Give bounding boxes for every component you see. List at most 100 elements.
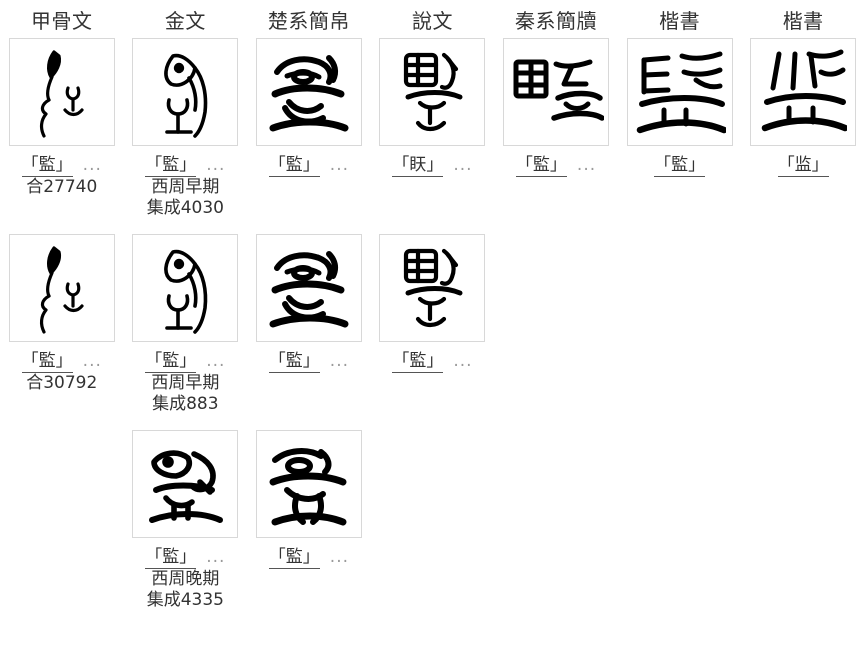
caption-ellipsis[interactable]: ... bbox=[330, 547, 349, 567]
caption-cell: 「監」... 合27740 bbox=[0, 152, 124, 234]
empty-placeholder bbox=[750, 234, 856, 342]
caption-source-line: 合27740 bbox=[26, 176, 98, 197]
caption-ellipsis[interactable]: ... bbox=[206, 155, 225, 175]
glyph-cell-empty bbox=[618, 430, 742, 544]
glyph-cell-seal-shuowen bbox=[371, 38, 495, 152]
caption-character[interactable]: 「監」 bbox=[145, 155, 197, 177]
caption-primary-line: 「監」... bbox=[0, 154, 124, 177]
caption-character[interactable]: 「监」 bbox=[777, 155, 829, 177]
caption-cell: 「監」... 西周晚期 集成4335 bbox=[124, 544, 248, 626]
glyph-cell-empty bbox=[741, 234, 865, 348]
caption-cell: 「監」... bbox=[247, 152, 371, 234]
character-evolution-table: 甲骨文 金文 楚系簡帛 說文 秦系簡牘 楷書 楷書 「監」 ... 合27740… bbox=[0, 0, 865, 626]
column-header-chu-bamboo: 楚系簡帛 bbox=[267, 8, 350, 33]
glyph-row bbox=[0, 234, 865, 348]
caption-cell-empty bbox=[494, 348, 618, 430]
glyph-cell-bronze-late bbox=[124, 430, 248, 544]
caption-cell: 「監」... bbox=[371, 348, 495, 430]
glyph-cell-chu-bamboo-2 bbox=[247, 430, 371, 544]
caption-row: 「監」... 西周晚期 集成4335 「監」... bbox=[0, 544, 865, 626]
glyph-row bbox=[0, 38, 865, 152]
caption-character[interactable]: 「監」 bbox=[268, 547, 320, 569]
caption-character[interactable]: 「監」 bbox=[21, 351, 73, 373]
table-body: 「監」... 合27740 「監」... 西周早期 集成4030 「監」... 「䀖」...… bbox=[0, 38, 865, 626]
caption-cell: 「監」... bbox=[247, 348, 371, 430]
glyph-cell-empty bbox=[371, 430, 495, 544]
caption-primary-line: 「監」... bbox=[124, 546, 248, 569]
glyph-image-regular-traditional[interactable] bbox=[626, 38, 733, 146]
caption-character[interactable]: 「監」 bbox=[654, 155, 706, 177]
caption-source-line: 集成4335 bbox=[146, 590, 224, 611]
caption-primary-line: 「監」 bbox=[618, 154, 742, 177]
caption-primary-line: 「監」... bbox=[0, 350, 124, 373]
caption-ellipsis[interactable]: ... bbox=[206, 351, 225, 371]
glyph-cell-seal-shuowen bbox=[371, 234, 495, 348]
caption-ellipsis[interactable]: ... bbox=[330, 155, 349, 175]
column-header-shuowen: 說文 bbox=[411, 8, 453, 33]
caption-cell-empty bbox=[494, 544, 618, 626]
caption-character[interactable]: 「監」 bbox=[515, 155, 567, 177]
caption-cell: 「監」... 西周早期 集成883 bbox=[124, 348, 248, 430]
caption-primary-line: 「監」... bbox=[247, 350, 371, 373]
caption-source-line: 西周早期 bbox=[151, 176, 220, 197]
glyph-image-chu-bamboo[interactable] bbox=[255, 234, 362, 342]
empty-placeholder bbox=[503, 430, 609, 538]
caption-primary-line: 「監」... bbox=[124, 350, 248, 373]
caption-ellipsis[interactable]: ... bbox=[453, 351, 472, 371]
caption-character[interactable]: 「監」 bbox=[145, 351, 197, 373]
glyph-cell-empty bbox=[0, 430, 124, 544]
caption-cell-empty bbox=[741, 348, 865, 430]
glyph-image-seal-shuowen[interactable] bbox=[379, 234, 486, 342]
caption-ellipsis[interactable]: ... bbox=[206, 547, 225, 567]
glyph-image-chu-bamboo[interactable] bbox=[255, 38, 362, 146]
caption-ellipsis[interactable]: ... bbox=[453, 155, 472, 175]
caption-character[interactable]: 「監」 bbox=[268, 351, 320, 373]
glyph-cell-oracle-bone bbox=[0, 234, 124, 348]
caption-cell-empty bbox=[0, 544, 124, 626]
empty-placeholder bbox=[627, 430, 733, 538]
caption-character[interactable]: 「監」 bbox=[145, 547, 197, 569]
glyph-image-qin-slip[interactable] bbox=[503, 38, 610, 146]
glyph-image-oracle-bone[interactable] bbox=[8, 38, 115, 146]
caption-primary-line: 「監」... bbox=[247, 546, 371, 569]
column-header-bronze: 金文 bbox=[164, 8, 206, 33]
caption-ellipsis[interactable]: ... bbox=[83, 351, 102, 371]
glyph-cell-empty bbox=[618, 234, 742, 348]
caption-character[interactable]: 「䀖」 bbox=[392, 155, 444, 177]
glyph-image-regular-simplified[interactable] bbox=[750, 38, 857, 146]
glyph-cell-regular-traditional bbox=[618, 38, 742, 152]
caption-ellipsis[interactable]: ... bbox=[83, 155, 102, 175]
column-header-oracle-bone: 甲骨文 bbox=[31, 8, 93, 33]
caption-ellipsis[interactable]: ... bbox=[330, 351, 349, 371]
caption-row: 「監」... 合30792 「監」... 西周早期 集成883 「監」... 「監」... bbox=[0, 348, 865, 430]
glyph-cell-oracle-bone bbox=[0, 38, 124, 152]
glyph-cell-bronze bbox=[124, 38, 248, 152]
caption-cell: 「監」 bbox=[618, 152, 742, 234]
caption-primary-line: 「监」 bbox=[741, 154, 865, 177]
caption-cell-empty bbox=[618, 544, 742, 626]
caption-character[interactable]: 「監」 bbox=[21, 155, 73, 177]
glyph-image-seal-shuowen[interactable] bbox=[379, 38, 486, 146]
caption-cell-empty bbox=[618, 348, 742, 430]
caption-primary-line: 「監」... bbox=[247, 154, 371, 177]
caption-character[interactable]: 「監」 bbox=[392, 351, 444, 373]
glyph-cell-regular-simplified bbox=[741, 38, 865, 152]
caption-cell: 「監」... 西周早期 集成4030 bbox=[124, 152, 248, 234]
caption-ellipsis[interactable]: ... bbox=[577, 155, 596, 175]
column-header-regular-traditional: 楷書 bbox=[659, 8, 701, 33]
glyph-image-oracle-bone[interactable] bbox=[8, 234, 115, 342]
glyph-image-bronze[interactable] bbox=[132, 234, 239, 342]
caption-primary-line: 「䀖」... bbox=[371, 154, 495, 177]
empty-placeholder bbox=[627, 234, 733, 342]
caption-character[interactable]: 「監」 bbox=[268, 155, 320, 177]
glyph-image-bronze-late[interactable] bbox=[132, 430, 239, 538]
caption-cell: 「䀖」... bbox=[371, 152, 495, 234]
glyph-image-chu-bamboo-2[interactable] bbox=[255, 430, 362, 538]
glyph-cell-chu-bamboo bbox=[247, 38, 371, 152]
empty-placeholder bbox=[379, 430, 485, 538]
caption-source-line: 集成883 bbox=[152, 394, 219, 415]
empty-placeholder bbox=[750, 430, 856, 538]
caption-cell: 「监」 bbox=[741, 152, 865, 234]
glyph-image-bronze[interactable] bbox=[132, 38, 239, 146]
glyph-cell-empty bbox=[494, 430, 618, 544]
